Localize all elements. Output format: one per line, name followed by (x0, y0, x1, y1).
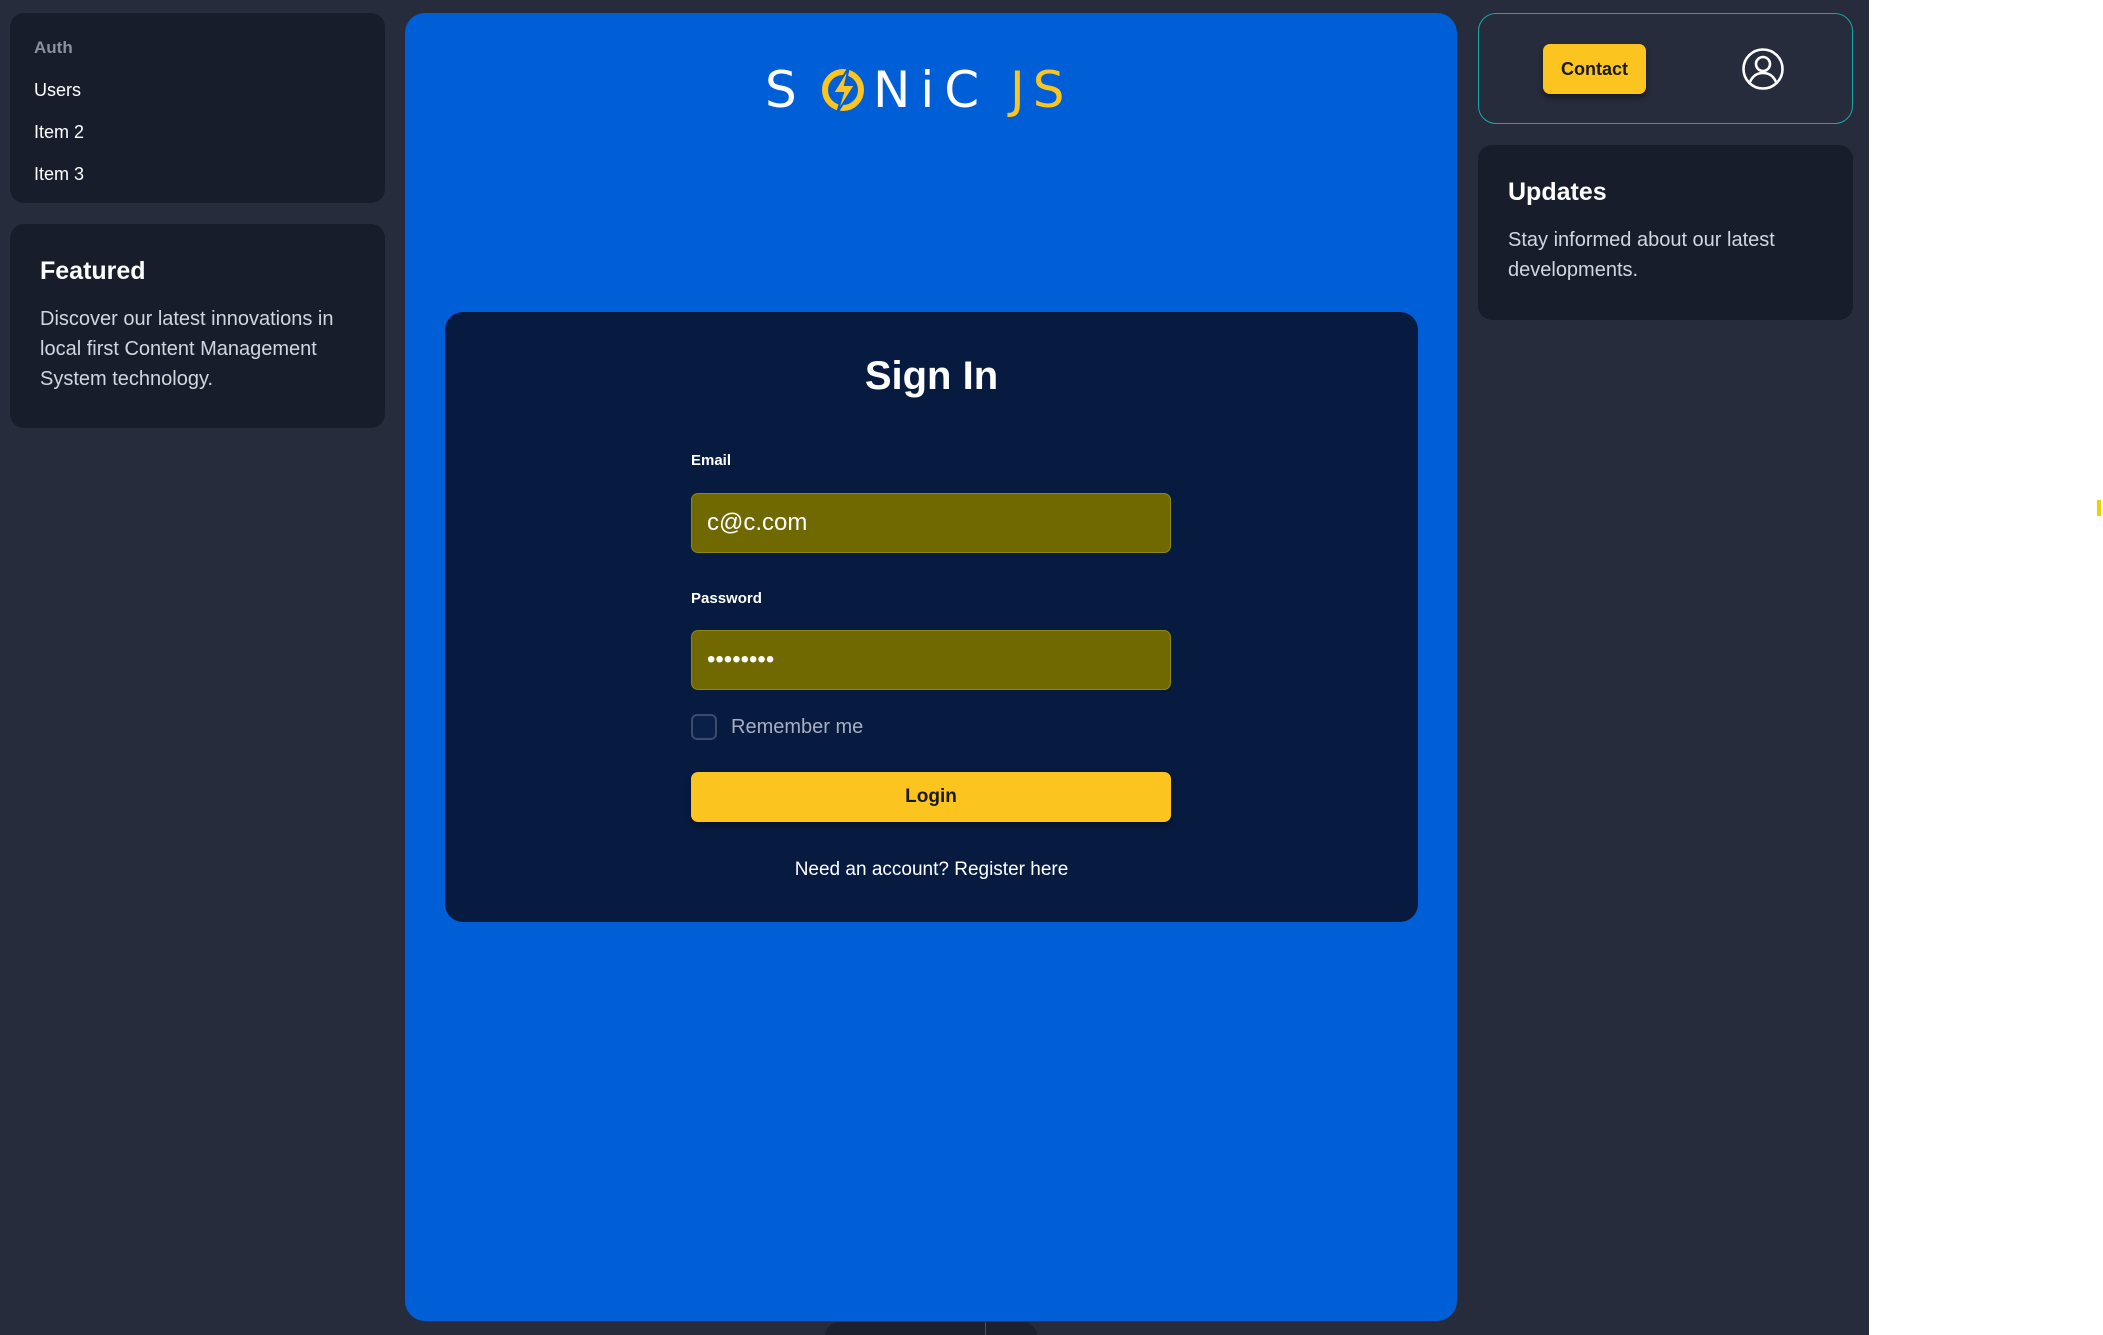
app-background: Auth Users Item 2 Item 3 Featured Discov… (0, 0, 1869, 1335)
sidebar-nav: Auth Users Item 2 Item 3 (10, 13, 385, 203)
updates-card: Updates Stay informed about our latest d… (1478, 145, 1853, 320)
lightning-o-icon (822, 66, 864, 114)
user-circle-icon[interactable] (1741, 47, 1785, 91)
updates-title: Updates (1508, 178, 1607, 206)
signin-card: Sign In Email Password Remember me Login… (445, 312, 1418, 922)
email-label: Email (691, 452, 732, 469)
sidebar-item-2[interactable]: Item 2 (34, 119, 361, 161)
signin-title: Sign In (864, 354, 999, 398)
featured-card: Featured Discover our latest innovations… (10, 224, 385, 428)
remember-me-label[interactable]: Remember me (731, 716, 863, 739)
nav-group-label: Auth (34, 38, 73, 57)
register-link[interactable]: Register here (954, 859, 1068, 880)
sonicjs-logo[interactable]: S NiC JS (765, 53, 1105, 123)
logo-text-js: JS (1007, 61, 1072, 119)
logo-text-s: S (765, 61, 803, 119)
featured-title: Featured (40, 257, 146, 285)
login-button[interactable]: Login (691, 772, 1171, 822)
register-prefix: Need an account? (794, 859, 955, 880)
email-field[interactable] (691, 493, 1171, 553)
bottom-dev-toolbar[interactable] (825, 1322, 1037, 1335)
register-prompt: Need an account? Register here (445, 859, 1418, 881)
sidebar-item-users[interactable]: Users (34, 77, 361, 119)
contact-button[interactable]: Contact (1543, 44, 1646, 94)
edge-marker (2097, 500, 2101, 516)
password-field[interactable] (691, 630, 1171, 690)
sidebar-item-3[interactable]: Item 3 (34, 161, 361, 203)
logo-text-nic: NiC (873, 61, 989, 119)
password-label: Password (691, 590, 762, 607)
remember-me-checkbox[interactable] (691, 714, 717, 740)
featured-text: Discover our latest innovations in local… (40, 308, 334, 390)
main-panel: S NiC JS Sign In Email Password Remember… (405, 13, 1457, 1321)
remember-me-row: Remember me (691, 712, 863, 742)
toolbar-divider (985, 1322, 986, 1335)
header-card: Contact (1478, 13, 1853, 124)
updates-text: Stay informed about our latest developme… (1508, 229, 1775, 281)
